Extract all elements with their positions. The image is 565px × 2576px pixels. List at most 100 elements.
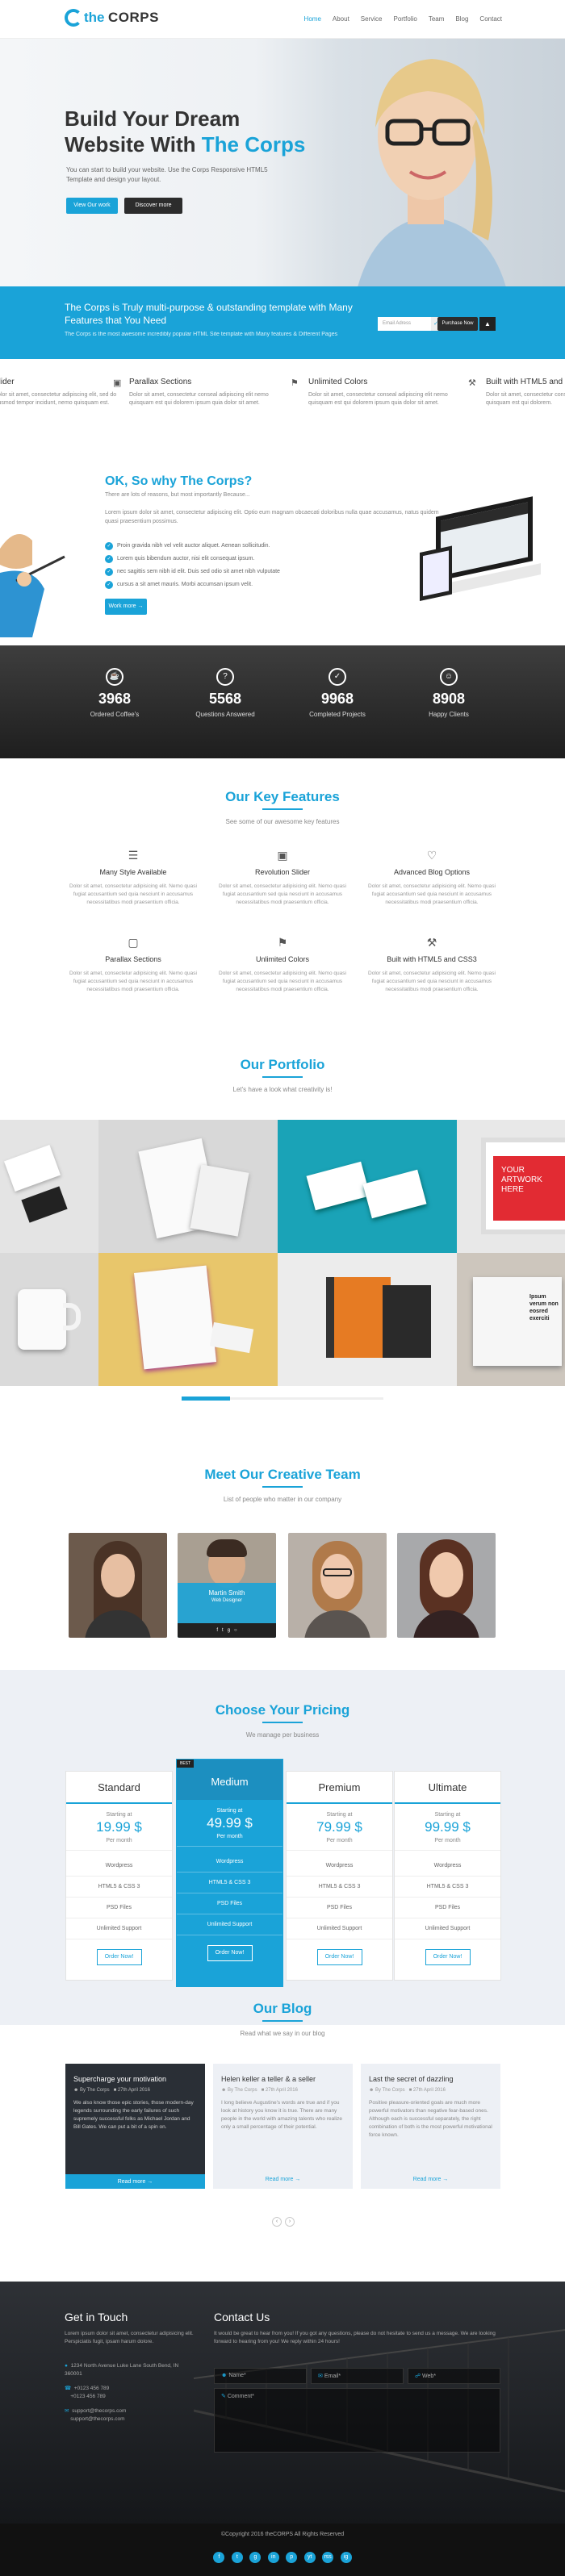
rss-icon[interactable]: rss (322, 2552, 334, 2563)
image-icon: ▣ (277, 849, 288, 862)
strip-desc: Dolor sit amet, consectetur conseal adip… (308, 392, 448, 406)
post-date: 27th April 2016 (117, 2088, 150, 2093)
work-more-button[interactable]: Work more → (105, 599, 147, 615)
comment-field[interactable]: ✎ Comment* (214, 2388, 500, 2453)
discover-more-button[interactable]: Discover more (124, 198, 182, 214)
logo-the[interactable]: the (84, 10, 105, 26)
work-more-label: Work more (108, 603, 136, 609)
post-title[interactable]: Helen keller a teller & a seller (213, 2064, 353, 2088)
blog-subtitle: Read what we say in our blog (240, 2030, 325, 2037)
promo-title: The Corps is Truly multi-purpose & outst… (65, 302, 353, 326)
blog-post-card[interactable]: Helen keller a teller & a seller ☻ By Th… (213, 2064, 353, 2189)
team-member-photo[interactable] (288, 1533, 387, 1638)
linkedin-icon[interactable]: in (267, 2552, 279, 2563)
nav-home[interactable]: Home (304, 15, 321, 23)
google-icon[interactable]: g (228, 1628, 230, 1633)
order-now-button[interactable]: Order Now! (425, 1949, 471, 1965)
nav-team[interactable]: Team (429, 15, 445, 23)
post-title[interactable]: Last the secret of dazzling (361, 2064, 500, 2088)
plan-starting: Starting at (326, 1812, 353, 1818)
team-member-featured[interactable]: Martin Smith Web Designer f t g ○ (178, 1533, 276, 1638)
portfolio-item[interactable] (0, 1120, 98, 1253)
order-now-button[interactable]: Order Now! (316, 1949, 362, 1965)
plan-price: 49.99 $ (207, 1815, 253, 1831)
web-field[interactable]: ☍ Web* (408, 2368, 500, 2384)
youtube-icon[interactable]: yt (303, 2552, 316, 2563)
post-title[interactable]: Supercharge your motivation (65, 2064, 205, 2088)
member-name: Martin Smith (208, 1589, 245, 1597)
logo-icon[interactable] (65, 9, 82, 27)
read-more-link[interactable]: Read more → (213, 2177, 353, 2182)
team-member-photo[interactable] (397, 1533, 496, 1638)
strip-item: Parallax Sections Dolor sit amet, consec… (129, 378, 274, 407)
twitter-icon[interactable]: t (222, 1628, 224, 1633)
logo-corps[interactable]: CORPS (108, 10, 159, 26)
blog-post-card[interactable]: Supercharge your motivation ☻ By The Cor… (65, 2064, 205, 2189)
hero-woman-image (358, 59, 506, 286)
nav-about[interactable]: About (333, 15, 349, 23)
counter-item: ? 5568 Questions Answered (169, 668, 282, 718)
plan-feature: HTML5 & CSS 3 (177, 1873, 282, 1893)
portfolio-item[interactable] (98, 1253, 278, 1386)
pinterest-icon[interactable]: p (286, 2552, 298, 2563)
calendar-icon: ■ (261, 2088, 265, 2093)
site-header: the CORPS Home About Service Portfolio T… (0, 0, 565, 39)
member-social-bar: f t g ○ (178, 1623, 276, 1638)
strip-desc: Dolor sit amet, consectetur conseal adip… (486, 392, 565, 406)
window-icon: ▢ (128, 936, 139, 949)
portfolio-scroll-thumb[interactable] (182, 1397, 230, 1401)
feature-item: ▢ Parallax Sections Dolor sit amet, consec… (65, 936, 202, 994)
facebook-icon[interactable]: f (216, 1628, 218, 1633)
blog-post-card[interactable]: Last the secret of dazzling ☻ By The Cor… (361, 2064, 500, 2189)
portfolio-item[interactable]: YOUR ARTWORK HERE (457, 1120, 565, 1253)
counter-label: Completed Projects (309, 711, 366, 718)
nav-blog[interactable]: Blog (455, 15, 468, 23)
portfolio-item[interactable]: Ipsum verum non eosred exerciti (457, 1253, 565, 1386)
twitter-icon[interactable]: t (231, 2552, 243, 2563)
why-list-item: nec sagittis sem nibh id elit. Duis sed … (105, 568, 280, 576)
counter-item: ☺ 8908 Happy Clients (392, 668, 505, 718)
email-text[interactable]: support@thecorps.com (72, 2408, 126, 2414)
copyright-text: ©Copyright 2016 theCORPS All Rights Rese… (220, 2532, 345, 2537)
order-now-button[interactable]: Order Now! (96, 1949, 142, 1965)
counter-value: 5568 (208, 691, 242, 707)
blog-divider (262, 2020, 303, 2022)
nav-portfolio[interactable]: Portfolio (393, 15, 416, 23)
purchase-button[interactable]: Purchase Now (437, 317, 478, 331)
pricing-card-featured: BEST Medium Starting at 49.99 $ Per mont… (176, 1759, 283, 1987)
post-meta: ☻ By The Corps ■ 27th April 2016 (65, 2088, 205, 2099)
instagram-icon[interactable]: ig (340, 2552, 352, 2563)
read-more-link[interactable]: Read more → (361, 2177, 500, 2182)
counter-value: 8908 (432, 691, 466, 707)
email-field[interactable]: ✉ Email* (311, 2368, 404, 2384)
order-now-button[interactable]: Order Now! (207, 1945, 253, 1961)
blog-title: Our Blog (253, 2001, 312, 2016)
name-field[interactable]: ☻ Name* (214, 2368, 307, 2384)
strip-item: Unlimited Colors Dolor sit amet, consect… (308, 378, 454, 407)
facebook-icon[interactable]: f (213, 2552, 225, 2563)
google-icon[interactable]: g (249, 2552, 262, 2563)
main-nav: Home About Service Portfolio Team Blog C… (304, 15, 502, 23)
nav-contact[interactable]: Contact (479, 15, 502, 23)
feature-item: ⚒ Built with HTML5 and CSS3 Dolor sit amet… (363, 936, 500, 994)
portfolio-item[interactable] (278, 1120, 457, 1253)
nav-service[interactable]: Service (361, 15, 383, 23)
portfolio-item[interactable] (0, 1253, 98, 1386)
address-text: 1234 North Avenue Luke Lane South Bend, … (65, 2363, 179, 2377)
arrow-up-icon[interactable]: ▲ (479, 317, 496, 331)
plan-feature: PSD Files (177, 1893, 282, 1914)
blog-next-button[interactable]: › (285, 2217, 295, 2227)
email-input[interactable]: Email Adress (378, 317, 431, 331)
team-member-photo[interactable] (69, 1533, 167, 1638)
features-subtitle: See some of our awesome key features (225, 818, 340, 825)
blog-prev-button[interactable]: ‹ (272, 2217, 282, 2227)
view-work-button[interactable]: View Our work (66, 198, 118, 214)
email-text[interactable]: support@thecorps.com (70, 2416, 124, 2422)
read-more-link[interactable]: Read more → (65, 2179, 205, 2185)
portfolio-item[interactable] (98, 1120, 278, 1253)
portfolio-item[interactable] (278, 1253, 457, 1386)
feature-desc: Dolor sit amet, consectetur adipisicing … (368, 971, 496, 992)
phone-icon: ☎ (65, 2386, 72, 2391)
features-divider (262, 808, 303, 810)
dribbble-icon[interactable]: ○ (234, 1628, 237, 1633)
